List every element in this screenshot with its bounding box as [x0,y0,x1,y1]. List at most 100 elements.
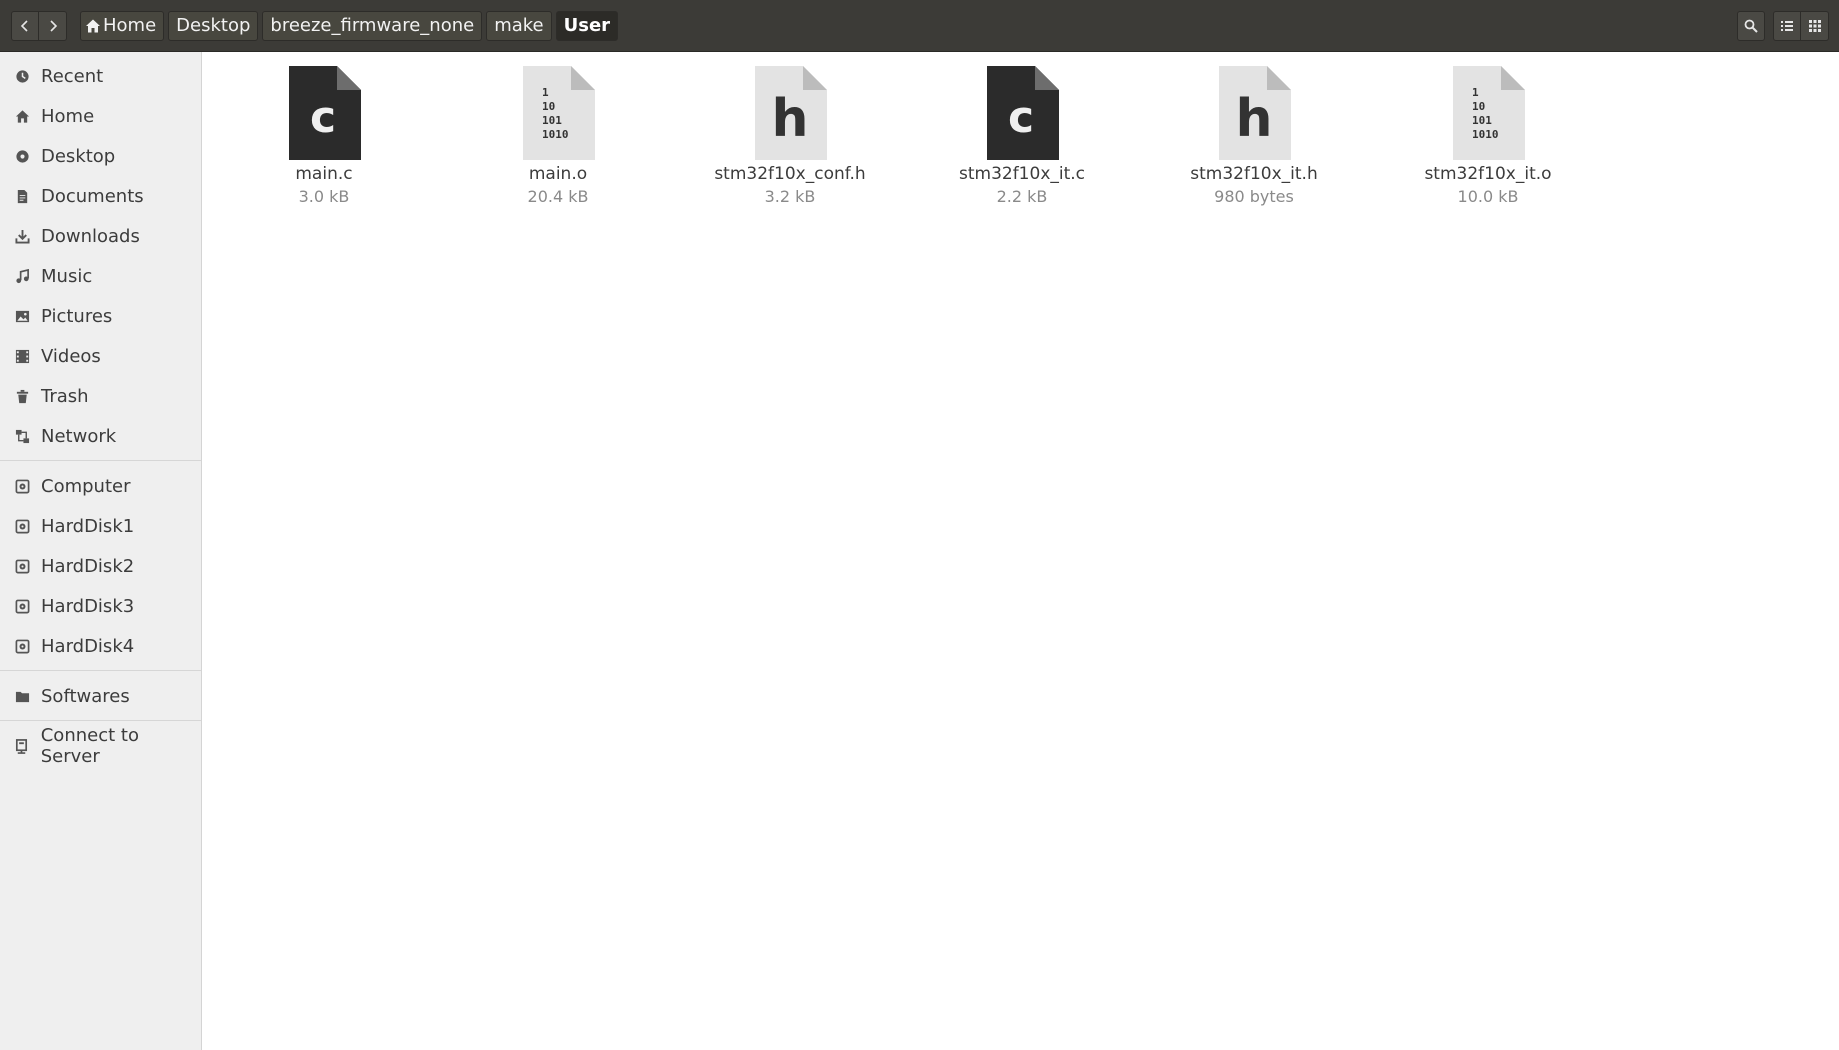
file-item[interactable]: c main.c 3.0 kB [224,66,424,226]
binary-glyph-line: 1 [1472,86,1479,99]
drive-icon [14,518,30,534]
drive-icon [14,598,30,614]
sidebar-item-home[interactable]: Home [0,98,201,134]
file-icon-letter: c [310,92,336,143]
c-source-file-icon: c [289,66,361,160]
network-icon [14,428,30,444]
file-item[interactable]: c stm32f10x_it.c 2.2 kB [922,66,1122,226]
file-size: 20.4 kB [527,187,589,206]
file-item[interactable]: 1 10 101 1010 main.o 20.4 kB [458,66,658,226]
navigation-buttons [11,10,67,41]
header-file-icon: h [755,66,827,160]
drive-icon [14,638,30,654]
sidebar-item-harddisk1[interactable]: HardDisk1 [0,508,201,544]
sidebar-item-music[interactable]: Music [0,258,201,294]
breadcrumb: Home Desktop breeze_firmware_none make U… [80,10,622,41]
sidebar-item-softwares[interactable]: Softwares [0,678,201,714]
binary-file-icon: 1 10 101 1010 [1453,66,1525,160]
sidebar-item-label: Home [41,105,95,127]
sidebar-item-computer[interactable]: Computer [0,468,201,504]
sidebar-item-label: Computer [41,475,131,497]
sidebar-item-label: Downloads [41,225,140,247]
search-icon [1744,19,1758,33]
sidebar-item-harddisk4[interactable]: HardDisk4 [0,628,201,664]
sidebar-item-label: Videos [41,345,101,367]
binary-glyph-line: 101 [542,114,562,127]
document-icon [14,188,30,204]
sidebar-item-connect-to-server[interactable]: Connect to Server [0,725,201,767]
sidebar-item-harddisk2[interactable]: HardDisk2 [0,548,201,584]
binary-glyph-line: 10 [1472,100,1485,113]
file-icon-letter: h [1235,89,1272,149]
music-icon [14,268,30,284]
file-item[interactable]: h stm32f10x_it.h 980 bytes [1154,66,1354,226]
server-icon [14,738,30,754]
file-name: stm32f10x_it.h [1190,164,1318,184]
binary-glyph-line: 10 [542,100,555,113]
binary-file-icon: 1 10 101 1010 [523,66,595,160]
breadcrumb-user[interactable]: User [555,10,619,41]
file-item[interactable]: 1 10 101 1010 stm32f10x_it.o 10.0 kB [1388,66,1588,226]
breadcrumb-make[interactable]: make [486,10,552,41]
file-view: c main.c 3.0 kB 1 10 101 1010 main.o 20.… [203,52,1839,1050]
sidebar-item-label: HardDisk3 [41,595,135,617]
sidebar-item-label: Documents [41,185,144,207]
file-item[interactable]: h stm32f10x_conf.h 3.2 kB [690,66,890,226]
video-icon [14,348,30,364]
sidebar-separator [0,720,201,721]
forward-button[interactable] [39,10,67,41]
file-icon-letter: c [1008,92,1034,143]
grid-view-button[interactable] [1801,10,1829,41]
sidebar-separator [0,670,201,671]
header-bar: Home Desktop breeze_firmware_none make U… [0,0,1839,52]
sidebar-item-label: Recent [41,65,104,87]
back-button[interactable] [11,10,39,41]
drive-icon [14,478,30,494]
sidebar-item-trash[interactable]: Trash [0,378,201,414]
search-button[interactable] [1737,10,1765,41]
drive-icon [14,558,30,574]
sidebar-item-label: Desktop [41,145,116,167]
file-name: main.o [528,164,588,184]
breadcrumb-home[interactable]: Home [80,10,165,41]
folder-icon [14,688,30,704]
sidebar-item-label: Connect to Server [40,725,139,767]
chevron-left-icon [20,19,28,32]
list-view-icon [1781,20,1793,31]
sidebar-item-desktop[interactable]: Desktop [0,138,201,174]
header-actions [1737,10,1829,41]
list-view-button[interactable] [1773,10,1801,41]
download-icon [14,228,30,244]
sidebar-item-documents[interactable]: Documents [0,178,201,214]
clock-icon [14,68,30,84]
sidebar-item-network[interactable]: Network [0,418,201,454]
sidebar-item-label: Pictures [41,305,113,327]
file-name: stm32f10x_it.o [1424,164,1552,184]
sidebar-item-label: Trash [41,385,89,407]
sidebar-item-downloads[interactable]: Downloads [0,218,201,254]
file-size: 3.0 kB [298,187,350,206]
breadcrumb-desktop[interactable]: Desktop [168,10,259,41]
sidebar-item-recent[interactable]: Recent [0,58,201,94]
sidebar-item-harddisk3[interactable]: HardDisk3 [0,588,201,624]
sidebar: Recent Home Desktop Documents Downloads … [0,52,202,1050]
binary-glyph-line: 1 [542,86,549,99]
chevron-right-icon [49,19,57,32]
breadcrumb-label: User [563,15,611,36]
sidebar-item-pictures[interactable]: Pictures [0,298,201,334]
sidebar-item-videos[interactable]: Videos [0,338,201,374]
breadcrumb-label: Home [103,15,157,36]
binary-glyph-line: 1010 [542,128,569,141]
file-name: stm32f10x_conf.h [714,164,866,184]
sidebar-item-label: HardDisk4 [41,635,135,657]
file-name: main.c [295,164,353,184]
home-icon [86,19,100,32]
breadcrumb-breeze-firmware-none[interactable]: breeze_firmware_none [262,10,483,41]
sidebar-separator [0,460,201,461]
home-icon [14,108,30,124]
file-size: 3.2 kB [764,187,816,206]
breadcrumb-label: breeze_firmware_none [270,15,475,36]
picture-icon [14,308,30,324]
header-file-icon: h [1219,66,1291,160]
trash-icon [14,388,30,404]
